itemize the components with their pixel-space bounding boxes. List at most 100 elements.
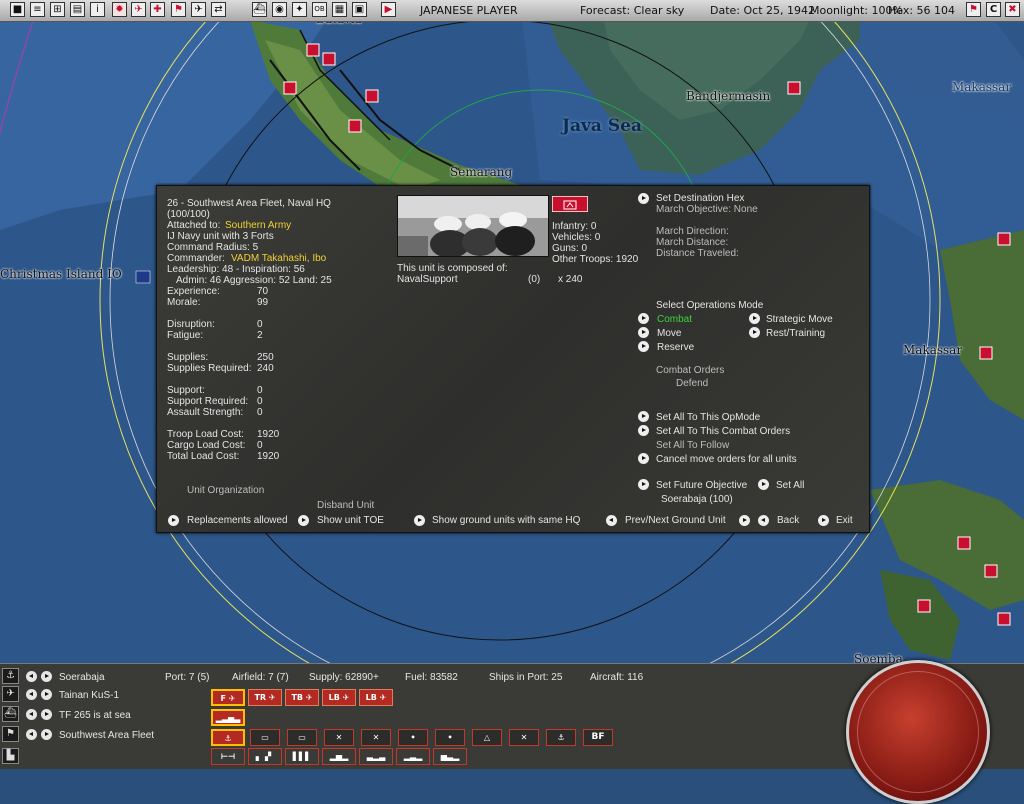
opmode-rest-training[interactable]: Rest/Training [766,328,825,339]
device-5-icon[interactable]: ▃▂▃ [359,748,393,765]
back-button[interactable]: Back [777,515,799,526]
prev-airgroup-arrow-icon[interactable] [26,689,37,700]
transport-group-icon[interactable]: TR ✈ [248,689,282,706]
ship-icon[interactable]: ⛴ [252,2,267,17]
globe-icon[interactable]: ◉ [272,2,287,17]
show-toe-arrow-icon[interactable] [298,515,309,526]
prev-hq-arrow-icon[interactable] [26,729,37,740]
ground-unit-4-icon[interactable]: ✕ [361,729,391,746]
cross-icon[interactable]: ✚ [150,2,165,17]
set-destination-arrow-icon[interactable] [638,193,649,204]
strategic-move-arrow-icon[interactable] [749,313,760,324]
level-bomber-group-2-icon[interactable]: LB ✈ [359,689,393,706]
next-taskforce-arrow-icon[interactable] [41,709,52,720]
show-ground-units-same-hq-button[interactable]: Show ground units with same HQ [432,515,580,526]
exit-arrow-icon[interactable] [818,515,829,526]
set-future-objective-button[interactable]: Set Future Objective [656,480,747,491]
calendar-icon[interactable]: ▦ [332,2,347,17]
airgroup-plane-icon[interactable]: ✈ [2,686,19,702]
device-3-icon[interactable]: ▌▌▌ [285,748,319,765]
menu-icon[interactable]: ■ [10,2,25,17]
ground-unit-5-icon[interactable]: • [398,729,428,746]
device-6-icon[interactable]: ▂▃▂ [396,748,430,765]
swap-icon[interactable]: ⇄ [211,2,226,17]
taskforce-name[interactable]: TF 265 is at sea [59,710,131,721]
reserve-arrow-icon[interactable] [638,341,649,352]
next-hq-arrow-icon[interactable] [41,729,52,740]
ground-unit-9-icon[interactable]: ⚓ [546,729,576,746]
rest-training-arrow-icon[interactable] [749,327,760,338]
next-unit-arrow-icon[interactable] [739,515,750,526]
set-all-combat-arrow-icon[interactable] [638,425,649,436]
report-icon[interactable]: ▤ [70,2,85,17]
device-4-icon[interactable]: ▂▅▂ [322,748,356,765]
ground-unit-2-icon[interactable]: ▭ [287,729,317,746]
move-arrow-icon[interactable] [638,327,649,338]
unit-organization-button[interactable]: Unit Organization [187,485,264,496]
cancel-move-arrow-icon[interactable] [638,453,649,464]
window-icon[interactable]: ▣ [352,2,367,17]
ground-unit-7-icon[interactable]: △ [472,729,502,746]
sun-flag-icon[interactable]: ✹ [112,2,127,17]
set-all-opmode-arrow-icon[interactable] [638,411,649,422]
radar-globe-icon[interactable] [846,660,990,804]
fighter-group-icon[interactable]: F ✈ [211,689,245,706]
opmode-move[interactable]: Move [657,328,681,339]
show-same-hq-arrow-icon[interactable] [414,515,425,526]
hq-name[interactable]: Southwest Area Fleet [59,730,154,741]
opmode-strategic-move[interactable]: Strategic Move [766,314,833,325]
device-2-icon[interactable]: ▖▗▘ [248,748,282,765]
exit-button[interactable]: Exit [836,515,853,526]
document-icon[interactable]: ≡ [30,2,45,17]
bf-unit-icon[interactable]: BF [583,729,613,746]
combat-arrow-icon[interactable] [638,313,649,324]
replacements-allowed-toggle[interactable]: Replacements allowed [187,515,288,526]
prev-base-arrow-icon[interactable] [26,671,37,682]
set-destination-button[interactable]: Set Destination Hex [656,193,744,204]
info-icon[interactable]: i [90,2,105,17]
attached-value[interactable]: Southern Army [225,220,291,231]
device-1-icon[interactable]: ⊢⊣ [211,748,245,765]
prev-taskforce-arrow-icon[interactable] [26,709,37,720]
naval-hq-unit-icon[interactable]: ⚓ [211,729,245,746]
cancel-move-orders-button[interactable]: Cancel move orders for all units [656,454,797,465]
plane-icon[interactable]: ✈ [191,2,206,17]
set-future-objective-arrow-icon[interactable] [638,479,649,490]
factory-icon[interactable]: ▙ [2,748,19,764]
ground-unit-3-icon[interactable]: ✕ [324,729,354,746]
play-icon[interactable]: ▶ [381,2,396,17]
back-arrow-icon[interactable] [758,515,769,526]
composition-name[interactable]: NavalSupport [397,274,458,285]
opmode-reserve[interactable]: Reserve [657,342,694,353]
hq-flag-icon[interactable]: ⚑ [2,726,19,742]
ground-unit-8-icon[interactable]: ✕ [509,729,539,746]
opmode-combat[interactable]: Combat [657,314,692,325]
ob-icon[interactable]: OB [312,2,327,17]
torpedo-bomber-group-icon[interactable]: TB ✈ [285,689,319,706]
device-7-icon[interactable]: ▅▃▂ [433,748,467,765]
prev-unit-arrow-icon[interactable] [606,515,617,526]
gear-icon[interactable]: ✦ [292,2,307,17]
close-c-button[interactable]: C [986,2,1001,17]
taskforce-ship-icon[interactable]: ⛴ [2,706,19,722]
ground-unit-6-icon[interactable]: • [435,729,465,746]
next-base-arrow-icon[interactable] [41,671,52,682]
list-icon[interactable]: ⊞ [50,2,65,17]
next-airgroup-arrow-icon[interactable] [41,689,52,700]
flag-icon[interactable]: ⚑ [171,2,186,17]
disband-unit-button[interactable]: Disband Unit [317,500,374,511]
set-all-button[interactable]: Set All [776,480,804,491]
taskforce-ship-unit-icon[interactable]: ▂▃▅▃ [211,709,245,726]
level-bomber-group-icon[interactable]: LB ✈ [322,689,356,706]
airgroup-name[interactable]: Tainan KuS-1 [59,690,119,701]
set-all-opmode-button[interactable]: Set All To This OpMode [656,412,760,423]
zoom-flag-icon[interactable]: ⚑ [966,2,981,17]
set-all-combat-orders-button[interactable]: Set All To This Combat Orders [656,426,790,437]
exit-icon[interactable]: ✖ [1005,2,1020,17]
ground-unit-1-icon[interactable]: ▭ [250,729,280,746]
base-name[interactable]: Soerabaja [59,672,105,683]
aircraft-icon[interactable]: ✈ [131,2,146,17]
show-unit-toe-button[interactable]: Show unit TOE [317,515,384,526]
set-all-arrow-icon[interactable] [758,479,769,490]
commander-value[interactable]: VADM Takahashi, Ibo [231,253,326,264]
